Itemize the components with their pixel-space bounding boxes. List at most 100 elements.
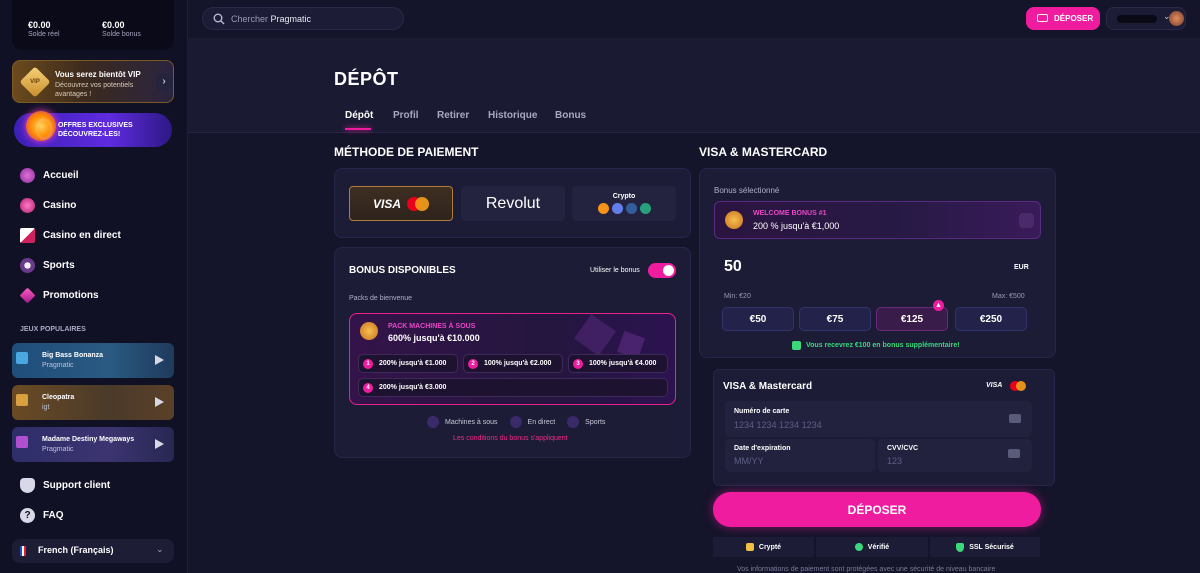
language-selector[interactable]: French (Français) ⌄ [12,539,174,563]
pack-desc: 600% jusqu'à €10.000 [388,333,480,343]
use-bonus-label: Utiliser le bonus [590,267,640,274]
nav-item-home[interactable]: Accueil [20,167,79,183]
exclusive-offers-banner[interactable]: OFFRES EXCLUSIVES DÉCOUVREZ-LES! [14,111,172,147]
play-icon[interactable] [155,439,164,449]
tab-profile[interactable]: Profil [393,110,419,121]
bonus-badge-icon [725,211,743,229]
currency-label: EUR [1014,264,1029,271]
amount-input[interactable]: 50 [724,258,742,276]
promo-line-2: DÉCOUVREZ-LES! [58,131,121,138]
user-menu[interactable]: ⌄ [1106,7,1186,30]
tab-deposit[interactable]: Dépôt [345,110,373,121]
game-provider: igt [42,404,50,411]
pack-step-text: 100% jusqu'à €4.000 [589,360,657,367]
revolut-logo: Revolut [485,194,541,212]
game-name: Cleopatra [42,394,75,401]
preset-amount-button[interactable]: €50 [722,307,794,331]
crypto-coins-icon [597,203,651,214]
vip-title: Vous serez bientôt VIP [55,70,141,79]
support-link[interactable]: Support client [20,477,110,493]
home-icon [20,167,35,183]
available-bonus-title: BONUS DISPONIBLES [349,265,456,276]
game-card[interactable]: Madame Destiny Megaways Pragmatic [12,427,174,462]
max-amount: Max: €500 [992,293,1025,300]
category-label: Sports [585,418,606,426]
wallet-icon [1037,14,1048,22]
active-tab-indicator [345,128,371,130]
preset-amount-button[interactable]: €250 [955,307,1027,331]
bonus-balance-label: Solde bonus [102,31,141,38]
game-card[interactable]: Cleopatra igt [12,385,174,420]
game-thumbnail [16,352,28,364]
deposit-submit-button[interactable]: DÉPOSER [713,492,1041,527]
search-input[interactable]: Pragmatic [271,14,312,24]
cvv-field[interactable]: CVV/CVC 123 [878,439,1032,472]
play-icon[interactable] [155,355,164,365]
expiry-placeholder: MM/YY [734,456,764,466]
chevron-right-icon[interactable]: › [156,74,172,90]
selected-bonus-card[interactable]: WELCOME BONUS #1 200 % jusqu'à €1,000 [714,201,1041,239]
preset-amount-button[interactable]: €75 [799,307,871,331]
sidebar: €0.00 Solde réel €0.00 Solde bonus VIP V… [0,0,188,573]
vip-diamond-icon: VIP [19,66,51,98]
game-card[interactable]: Big Bass Bonanza Pragmatic [12,343,174,378]
play-icon[interactable] [155,397,164,407]
mastercard-icon [1010,381,1026,391]
soccer-ball-icon [20,257,35,273]
bonus-categories: Machines à sous En direct Sports [427,416,605,428]
nav-label: Sports [43,259,75,271]
pack-step-chip: 2 100% jusqu'à €2.000 [463,354,563,373]
language-label: French (Français) [38,545,114,555]
search-bar[interactable]: Chercher Pragmatic [202,7,404,30]
game-name: Madame Destiny Megaways [42,436,135,443]
nav-item-casino[interactable]: Casino [20,197,76,213]
header-deposit-button[interactable]: DÉPOSER [1026,7,1100,30]
fire-icon: ▲ [933,300,944,311]
visa-mastercard-option[interactable]: VISA [349,186,453,221]
search-placeholder: Chercher [231,14,269,24]
nav-item-sports[interactable]: Sports [20,257,75,273]
card-number-placeholder: 1234 1234 1234 1234 [734,420,822,430]
faq-link[interactable]: ? FAQ [20,507,64,523]
category-label: Machines à sous [445,418,498,426]
preset-label: €125 [900,313,924,325]
expiry-field[interactable]: Date d'expiration MM/YY [725,439,875,472]
crypto-option[interactable]: Crypto [572,186,676,221]
pack-step-chip: 4 200% jusqu'à €3.000 [358,378,668,397]
nav-item-promotions[interactable]: Promotions [19,287,99,303]
visa-logo: VISA [372,196,401,211]
vip-card[interactable]: VIP Vous serez bientôt VIP Découvrez vos… [12,60,174,103]
card-number-field[interactable]: Numéro de carte 1234 1234 1234 1234 [725,401,1032,437]
mastercard-icon [407,196,429,211]
faq-label: FAQ [43,509,64,521]
popular-games-title: JEUX POPULAIRES [20,326,86,333]
preset-label: €50 [749,313,767,325]
coin-icon [26,111,56,141]
visa-logo: VISA [986,382,1003,389]
bonus-conditions-link[interactable]: Les conditions du bonus s'appliquent [453,435,568,442]
pack-step-chip: 1 200% jusqu'à €1.000 [358,354,458,373]
use-bonus-toggle[interactable] [648,263,676,278]
chevron-down-icon: ⌄ [156,544,164,554]
avatar[interactable] [1169,11,1184,26]
support-label: Support client [43,479,111,491]
trust-label: SSL Sécurisé [969,543,1014,551]
soccer-ball-icon [567,416,580,428]
promo-line-1: OFFRES EXCLUSIVES [58,122,133,129]
shield-icon [956,542,965,552]
pack-step-text: 100% jusqu'à €2.000 [484,360,552,367]
tab-history[interactable]: Historique [488,110,537,121]
pack-name: PACK MACHINES À SOUS [388,323,476,330]
tab-bonus[interactable]: Bonus [555,110,586,121]
cards-icon [20,227,35,243]
tab-withdraw[interactable]: Retirer [437,110,469,121]
game-provider: Pragmatic [42,446,74,453]
card-form-title: VISA & Mastercard [723,381,813,392]
page-title: DÉPÔT [334,69,399,89]
gift-icon[interactable] [1019,213,1034,228]
nav-item-live-casino[interactable]: Casino en direct [20,227,121,243]
gift-icon [792,341,801,350]
nav-label: Casino en direct [43,229,121,241]
revolut-option[interactable]: Revolut [461,186,565,221]
payment-method-title: MÉTHODE DE PAIEMENT [334,145,479,159]
